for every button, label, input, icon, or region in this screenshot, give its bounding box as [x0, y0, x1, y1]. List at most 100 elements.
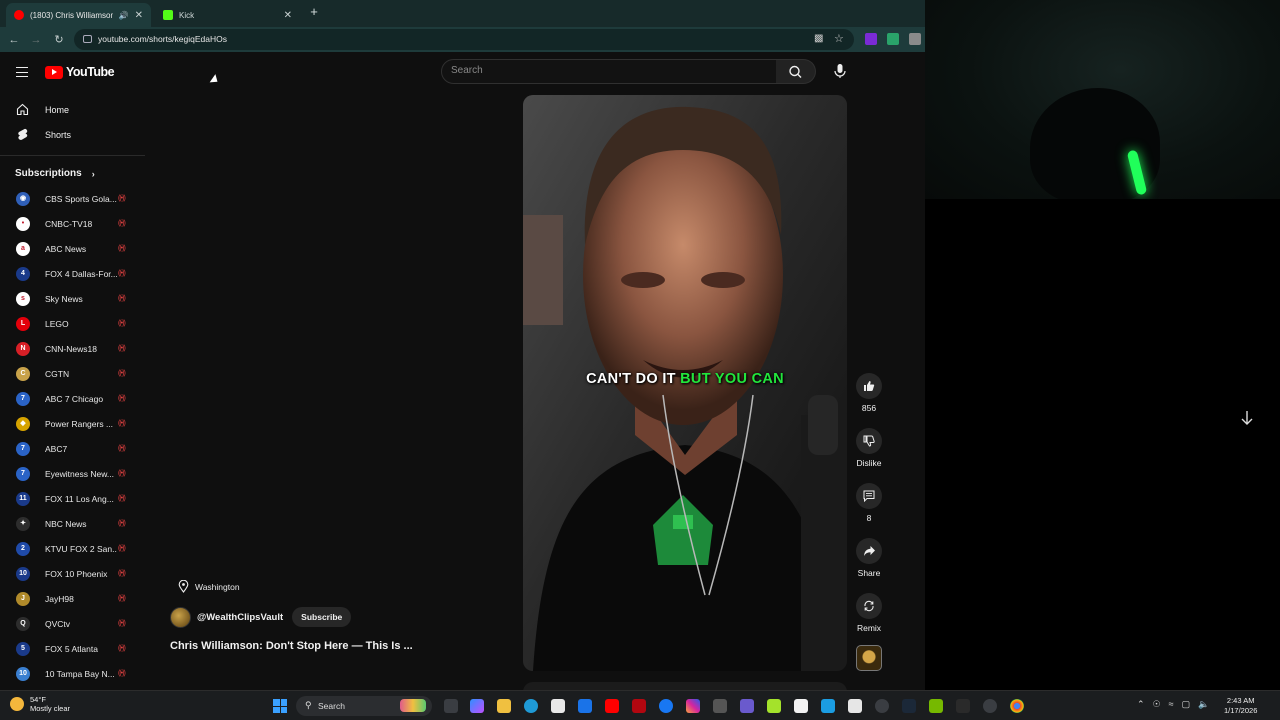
settings-icon[interactable] [983, 699, 997, 713]
subscription-item[interactable]: ◆ Power Rangers ... ((•)) [0, 412, 135, 437]
app-icon[interactable] [740, 699, 754, 713]
subscription-item[interactable]: 10 FOX 10 Phoenix ((•)) [0, 562, 135, 587]
channel-name[interactable]: @WealthClipsVault [197, 612, 283, 623]
location-tag[interactable]: Washington [178, 580, 240, 593]
caption-green-text: BUT YOU CAN [680, 371, 784, 387]
subscription-item[interactable]: Q QVCtv ((•)) [0, 612, 135, 637]
copilot-icon[interactable] [470, 699, 484, 713]
forward-icon[interactable]: → [29, 33, 43, 47]
channel-row: @WealthClipsVault Subscribe [170, 606, 352, 628]
subscription-item[interactable]: 2 KTVU FOX 2 San... ((•)) [0, 537, 135, 562]
sidebar-item-shorts[interactable]: Shorts [0, 122, 120, 147]
remix-label: Remix [856, 623, 882, 633]
comment-icon [863, 490, 875, 502]
weather-widget[interactable]: 54°F Mostly clear [10, 695, 70, 713]
subscription-item[interactable]: 10 10 Tampa Bay N... ((•)) [0, 662, 135, 687]
task-view-icon[interactable] [444, 699, 458, 713]
store-icon[interactable] [551, 699, 565, 713]
media-icon[interactable] [713, 699, 727, 713]
live-indicator-icon: ((•)) [118, 520, 126, 527]
channel-avatar-icon: Q [16, 617, 30, 631]
site-info-icon[interactable] [83, 35, 92, 43]
subscription-item[interactable]: 11 FOX 11 Los Ang... ((•)) [0, 487, 135, 512]
subscribe-button[interactable]: Subscribe [292, 607, 352, 627]
mail-icon[interactable] [578, 699, 592, 713]
search-button[interactable] [776, 59, 816, 84]
hulu-icon[interactable] [767, 699, 781, 713]
sound-thumbnail[interactable] [856, 645, 882, 671]
facebook-icon[interactable] [659, 699, 673, 713]
profile-icon[interactable] [909, 33, 921, 45]
epic-games-icon[interactable] [956, 699, 970, 713]
dislike-button[interactable]: Dislike [854, 428, 884, 468]
remix-button[interactable]: Remix [854, 593, 884, 633]
roblox-icon[interactable] [848, 699, 862, 713]
subscriptions-heading[interactable]: Subscriptions › [15, 168, 95, 179]
reload-icon[interactable]: ↻ [52, 33, 66, 47]
taskbar-search[interactable]: ⚲ Search [296, 696, 432, 716]
speaker-icon[interactable]: 🔊 [119, 11, 129, 20]
wifi-icon[interactable]: ≈ [1169, 699, 1174, 710]
chevron-up-icon[interactable]: ⌃ [1137, 699, 1145, 710]
address-bar[interactable]: youtube.com/shorts/kegiqEdaHOs ▩ ☆ [74, 29, 854, 50]
subscription-item[interactable]: 4 FOX 4 Dallas-For... ((•)) [0, 262, 135, 287]
snowflake-app-icon[interactable] [821, 699, 835, 713]
close-tab-icon[interactable]: ✕ [135, 10, 143, 21]
file-explorer-icon[interactable] [497, 699, 511, 713]
volume-icon[interactable]: 🔈 [1198, 699, 1209, 710]
subscription-item[interactable]: s Sky News ((•)) [0, 287, 135, 312]
cast-icon[interactable]: ▩ [814, 33, 823, 44]
subscription-item[interactable]: ✦ NBC News ((•)) [0, 512, 135, 537]
voice-search-button[interactable] [830, 61, 850, 81]
subscription-item[interactable]: 7 ABC7 ((•)) [0, 437, 135, 462]
youtube-logo[interactable]: YouTube [45, 65, 115, 79]
subscription-item[interactable]: N CNN-News18 ((•)) [0, 337, 135, 362]
menu-icon[interactable] [16, 67, 28, 77]
shorts-video-player[interactable]: CAN'T DO IT BUT YOU CAN [523, 95, 847, 671]
display-icon[interactable]: ▢ [1182, 699, 1191, 710]
kick-extension-icon[interactable] [865, 33, 877, 45]
subscription-item[interactable]: • CNBC-TV18 ((•)) [0, 212, 135, 237]
search-icon: ⚲ [305, 700, 312, 710]
network-icon[interactable]: ☉ [1153, 699, 1161, 710]
youtube-app-icon[interactable] [605, 699, 619, 713]
search-input[interactable] [451, 65, 751, 76]
close-tab-icon[interactable]: ✕ [284, 10, 292, 21]
steam-icon[interactable] [902, 699, 916, 713]
netflix-icon[interactable] [632, 699, 646, 713]
comments-button[interactable]: 8 [854, 483, 884, 523]
tab-youtube[interactable]: (1803) Chris Williamson: Do 🔊 ✕ [6, 3, 151, 27]
bookmark-star-icon[interactable]: ☆ [834, 32, 844, 45]
dislike-label: Dislike [856, 458, 882, 468]
back-icon[interactable]: ← [7, 33, 21, 47]
subscription-item[interactable]: L LEGO ((•)) [0, 312, 135, 337]
subscription-item[interactable]: 7 Eyewitness New... ((•)) [0, 462, 135, 487]
like-button[interactable]: 856 [854, 373, 884, 413]
amazon-icon[interactable] [794, 699, 808, 713]
sidebar-item-home[interactable]: Home [0, 97, 120, 122]
subscription-item[interactable]: J JayH98 ((•)) [0, 587, 135, 612]
url-text: youtube.com/shorts/kegiqEdaHOs [98, 34, 227, 44]
nvidia-icon[interactable] [929, 699, 943, 713]
extension-icon[interactable] [887, 33, 899, 45]
edge-icon[interactable] [524, 699, 538, 713]
subscription-item[interactable]: a ABC News ((•)) [0, 237, 135, 262]
instagram-icon[interactable] [686, 699, 700, 713]
share-button[interactable]: Share [854, 538, 884, 578]
date-text: 1/17/2026 [1224, 706, 1258, 715]
channel-avatar-icon: N [16, 342, 30, 356]
next-short-button[interactable] [1237, 408, 1257, 428]
channel-avatar[interactable] [170, 606, 191, 628]
chrome-icon[interactable] [1010, 699, 1024, 713]
video-title[interactable]: Chris Williamson: Don't Stop Here — This… [170, 640, 413, 652]
app-icon[interactable] [875, 699, 889, 713]
new-tab-button[interactable]: + [308, 4, 320, 20]
system-clock[interactable]: 2:43 AM 1/17/2026 [1224, 696, 1257, 716]
subscription-item[interactable]: 5 FOX 5 Atlanta ((•)) [0, 637, 135, 662]
start-button[interactable] [273, 699, 287, 713]
tab-kick[interactable]: Kick ✕ [155, 3, 300, 27]
next-short-preview[interactable] [523, 682, 847, 690]
subscription-item[interactable]: C CGTN ((•)) [0, 362, 135, 387]
subscription-item[interactable]: ◉ CBS Sports Gola... ((•)) [0, 187, 135, 212]
subscription-item[interactable]: 7 ABC 7 Chicago ((•)) [0, 387, 135, 412]
